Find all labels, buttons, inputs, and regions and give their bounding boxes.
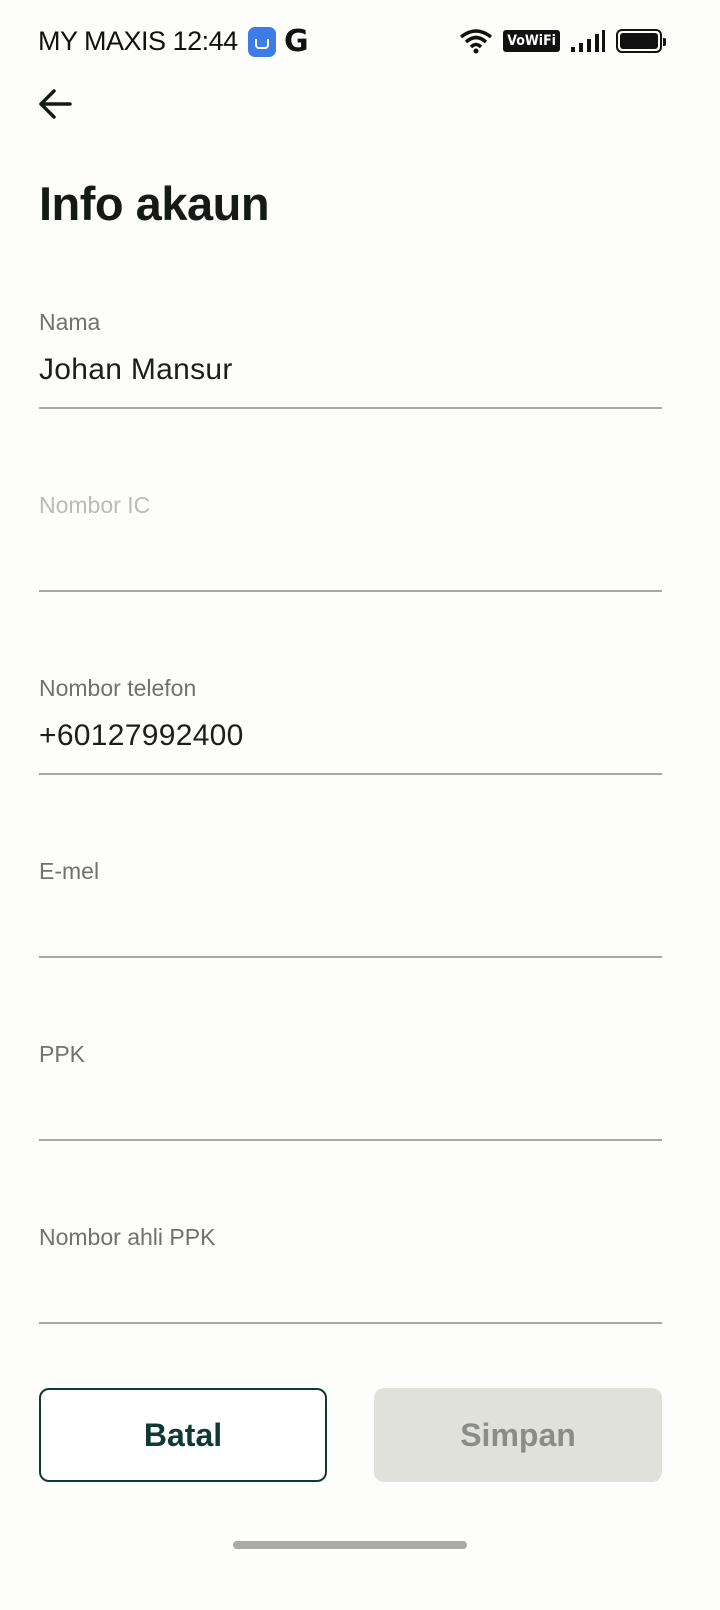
battery-icon [616,29,666,53]
cancel-button[interactable]: Batal [39,1388,327,1482]
vowifi-icon: VoWiFi [503,30,560,52]
status-carrier-time: MY MAXIS 12:44 [38,26,238,57]
phone-field[interactable]: Nombor telefon +60127992400 [39,675,662,775]
email-underline [39,956,662,958]
ic-number-field[interactable]: Nombor IC [39,492,662,592]
wifi-icon [460,29,493,54]
name-underline [39,407,662,409]
signal-icon [571,30,605,52]
ic-number-underline [39,590,662,592]
ppk-underline [39,1139,662,1141]
notification-icons: G [248,27,309,57]
name-input[interactable]: Johan Mansur [39,353,662,387]
home-indicator[interactable] [233,1541,467,1549]
ppk-member-number-underline [39,1322,662,1324]
name-label: Nama [39,309,101,335]
arrow-left-icon [39,89,72,119]
ppk-field[interactable]: PPK [39,1041,662,1141]
app-notification-icon [248,27,276,57]
phone-input[interactable]: +60127992400 [39,719,662,753]
email-label: E-mel [39,858,100,884]
status-bar: MY MAXIS 12:44 G VoWiFi [0,0,720,86]
ppk-member-number-field[interactable]: Nombor ahli PPK [39,1224,662,1324]
email-field[interactable]: E-mel [39,858,662,958]
ppk-label: PPK [39,1041,86,1067]
ppk-member-number-label: Nombor ahli PPK [39,1224,216,1250]
page-title: Info akaun [39,177,270,230]
back-button[interactable] [36,84,76,124]
ic-number-label: Nombor IC [39,492,151,518]
save-button[interactable]: Simpan [374,1388,662,1482]
system-icons: VoWiFi [459,28,666,54]
status-time: 12:44 [172,26,239,56]
name-field[interactable]: Nama Johan Mansur [39,309,662,409]
carrier-name: MY MAXIS [38,26,166,56]
phone-underline [39,773,662,775]
phone-label: Nombor telefon [39,675,197,701]
google-icon: G [284,24,309,59]
